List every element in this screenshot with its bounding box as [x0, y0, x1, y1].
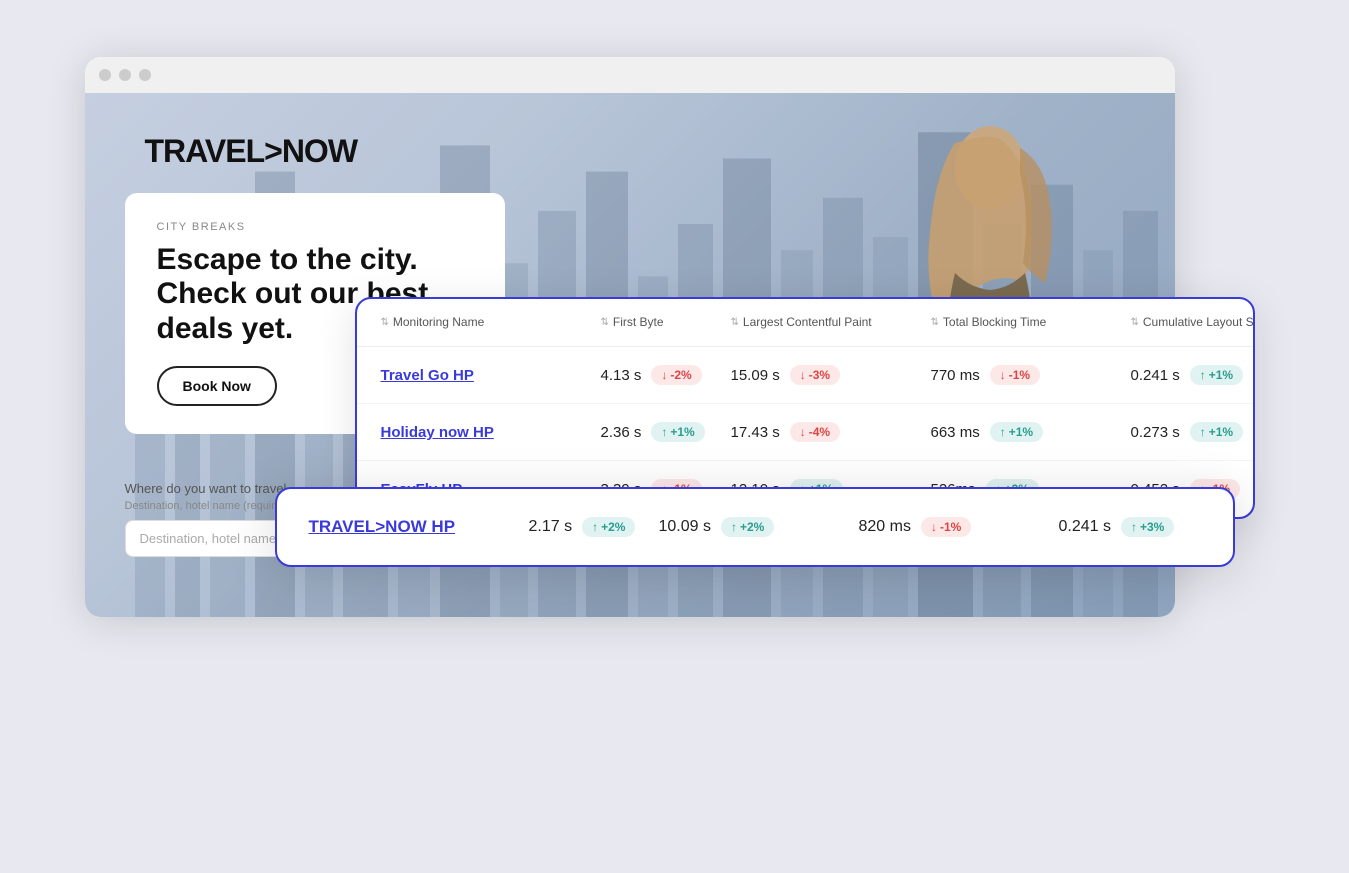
outer-container: TRAVEL>NOW CITY BREAKS Escape to the cit… — [85, 57, 1265, 817]
highlight-row: TRAVEL>NOW HP 2.17 s ↑ +2% 10.09 s ↑ +2%… — [277, 489, 1233, 565]
metric-cell-lcp-0: 15.09 s ↓ -3% — [731, 365, 931, 385]
fb-badge-1: ↑ +1% — [651, 422, 704, 442]
highlight-lcp-value: 10.09 s — [659, 518, 711, 536]
tbt-value-1: 663 ms — [931, 424, 980, 441]
cls-value-1: 0.273 s — [1131, 424, 1180, 441]
col-tbt: ⇅ Total Blocking Time — [931, 315, 1131, 331]
highlight-cls-badge: ↑ +3% — [1121, 517, 1174, 537]
brand-logo: TRAVEL>NOW — [145, 133, 358, 170]
arrow-up-icon: ↑ — [1131, 520, 1137, 534]
metric-cell-tbt-1: 663 ms ↑ +1% — [931, 422, 1131, 442]
site-name-travel-go[interactable]: Travel Go HP — [381, 367, 601, 384]
cls-badge-0: ↑ +1% — [1190, 365, 1243, 385]
browser-titlebar — [85, 57, 1175, 93]
sort-icon-fb[interactable]: ⇅ — [601, 316, 609, 329]
col-cls: ⇅ Cumulative Layout Shift — [1131, 315, 1255, 331]
cls-badge-1: ↑ +1% — [1190, 422, 1243, 442]
tbt-badge-1: ↑ +1% — [990, 422, 1043, 442]
lcp-value-0: 15.09 s — [731, 367, 780, 384]
table-row-holiday-now: Holiday now HP 2.36 s ↑ +1% 17.43 s ↓ -4… — [357, 404, 1253, 461]
arrow-up-icon: ↑ — [731, 520, 737, 534]
table-row-travel-go: Travel Go HP 4.13 s ↓ -2% 15.09 s ↓ -3% … — [357, 347, 1253, 404]
highlight-cls-cell: 0.241 s ↑ +3% — [1059, 517, 1235, 537]
col-first-byte: ⇅ First Byte — [601, 315, 731, 331]
metric-cell-fb-0: 4.13 s ↓ -2% — [601, 365, 731, 385]
highlight-fb-value: 2.17 s — [529, 518, 573, 536]
promo-category: CITY BREAKS — [157, 221, 473, 233]
highlight-cls-value: 0.241 s — [1059, 518, 1111, 536]
arrow-down-icon: ↓ — [800, 368, 806, 382]
browser-dot-2 — [119, 69, 131, 81]
highlight-card: TRAVEL>NOW HP 2.17 s ↑ +2% 10.09 s ↑ +2%… — [275, 487, 1235, 567]
browser-dot-1 — [99, 69, 111, 81]
highlight-lcp-cell: 10.09 s ↑ +2% — [659, 517, 859, 537]
lcp-value-1: 17.43 s — [731, 424, 780, 441]
arrow-down-icon: ↓ — [931, 520, 937, 534]
highlight-fb-cell: 2.17 s ↑ +2% — [529, 517, 659, 537]
sort-icon-tbt[interactable]: ⇅ — [931, 316, 939, 329]
highlight-tbt-cell: 820 ms ↓ -1% — [859, 517, 1059, 537]
fb-badge-0: ↓ -2% — [651, 365, 701, 385]
sort-icon-cls[interactable]: ⇅ — [1131, 316, 1139, 329]
tbt-badge-0: ↓ -1% — [990, 365, 1040, 385]
highlight-tbt-value: 820 ms — [859, 518, 911, 536]
arrow-down-icon: ↓ — [661, 368, 667, 382]
arrow-down-icon: ↓ — [800, 425, 806, 439]
arrow-up-icon: ↑ — [1200, 368, 1206, 382]
highlight-lcp-badge: ↑ +2% — [721, 517, 774, 537]
metric-cell-lcp-1: 17.43 s ↓ -4% — [731, 422, 931, 442]
arrow-down-icon: ↓ — [1000, 368, 1006, 382]
performance-table: ⇅ Monitoring Name ⇅ First Byte ⇅ Largest… — [355, 297, 1255, 520]
tbt-value-0: 770 ms — [931, 367, 980, 384]
arrow-up-icon: ↑ — [592, 520, 598, 534]
browser-dot-3 — [139, 69, 151, 81]
metric-cell-cls-0: 0.241 s ↑ +1% — [1131, 365, 1255, 385]
sort-icon-name[interactable]: ⇅ — [381, 316, 389, 329]
metric-cell-cls-1: 0.273 s ↑ +1% — [1131, 422, 1255, 442]
site-name-holiday-now[interactable]: Holiday now HP — [381, 424, 601, 441]
sort-icon-lcp[interactable]: ⇅ — [731, 316, 739, 329]
metric-cell-tbt-0: 770 ms ↓ -1% — [931, 365, 1131, 385]
highlight-tbt-badge: ↓ -1% — [921, 517, 971, 537]
col-lcp: ⇅ Largest Contentful Paint — [731, 315, 931, 331]
fb-value-0: 4.13 s — [601, 367, 642, 384]
col-monitoring-name: ⇅ Monitoring Name — [381, 315, 601, 331]
highlight-fb-badge: ↑ +2% — [582, 517, 635, 537]
cls-value-0: 0.241 s — [1131, 367, 1180, 384]
lcp-badge-1: ↓ -4% — [790, 422, 840, 442]
lcp-badge-0: ↓ -3% — [790, 365, 840, 385]
arrow-up-icon: ↑ — [1200, 425, 1206, 439]
metric-cell-fb-1: 2.36 s ↑ +1% — [601, 422, 731, 442]
fb-value-1: 2.36 s — [601, 424, 642, 441]
arrow-up-icon: ↑ — [1000, 425, 1006, 439]
highlight-site-name[interactable]: TRAVEL>NOW HP — [309, 517, 529, 537]
table-header: ⇅ Monitoring Name ⇅ First Byte ⇅ Largest… — [357, 299, 1253, 348]
arrow-up-icon: ↑ — [661, 425, 667, 439]
book-now-button[interactable]: Book Now — [157, 366, 277, 406]
